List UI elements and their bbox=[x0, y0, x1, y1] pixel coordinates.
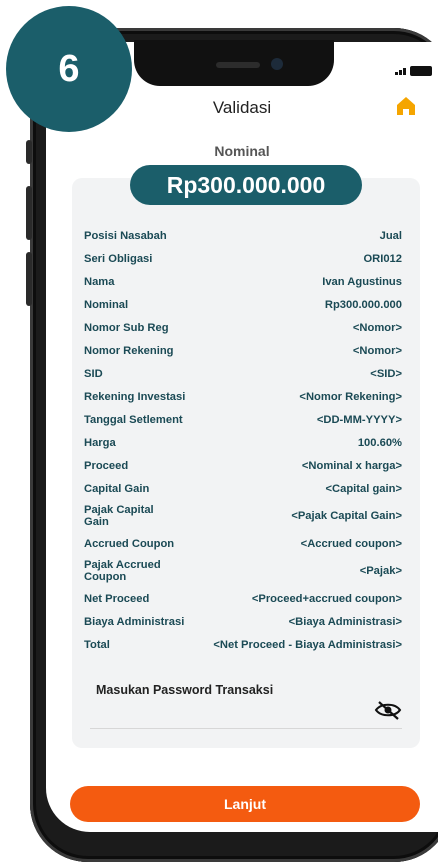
detail-value: <Pajak Capital Gain> bbox=[291, 510, 402, 522]
detail-key: Biaya Administrasi bbox=[84, 615, 185, 628]
eye-off-icon[interactable] bbox=[374, 700, 402, 720]
detail-row: Tanggal Setlement <DD-MM-YYYY> bbox=[84, 408, 402, 431]
detail-value: Rp300.000.000 bbox=[324, 298, 402, 311]
detail-row: Nama Ivan Agustinus bbox=[84, 270, 402, 293]
detail-row: Rekening Investasi <Nomor Rekening> bbox=[84, 385, 402, 408]
detail-row: Nomor Rekening <Nomor> bbox=[84, 339, 402, 362]
detail-key: Total bbox=[84, 638, 110, 651]
detail-value: 100.60% bbox=[357, 436, 402, 449]
detail-key: Accrued Coupon bbox=[84, 537, 175, 550]
detail-value: ORI012 bbox=[363, 252, 402, 265]
side-button bbox=[26, 140, 32, 164]
camera bbox=[271, 58, 283, 70]
home-icon[interactable] bbox=[396, 96, 416, 116]
detail-key: Seri Obligasi bbox=[84, 252, 153, 265]
detail-value: <Nomor> bbox=[352, 321, 402, 334]
detail-value: Jual bbox=[379, 229, 402, 242]
detail-row: Capital Gain <Capital gain> bbox=[84, 477, 402, 500]
detail-key: Proceed bbox=[84, 459, 129, 472]
battery-icon bbox=[410, 66, 432, 76]
detail-key: Pajak Accrued Coupon bbox=[84, 559, 161, 583]
detail-key: Harga bbox=[84, 436, 116, 449]
detail-value: <DD-MM-YYYY> bbox=[316, 413, 402, 426]
detail-key: Nominal bbox=[84, 298, 129, 311]
detail-key: Pajak Capital Gain bbox=[84, 504, 154, 528]
nominal-amount: Rp300.000.000 bbox=[130, 165, 362, 205]
detail-value: <Nomor> bbox=[352, 344, 402, 357]
detail-row: Biaya Administrasi <Biaya Administrasi> bbox=[84, 610, 402, 633]
nominal-label: Nominal bbox=[214, 143, 270, 159]
detail-key: Nomor Rekening bbox=[84, 344, 174, 357]
detail-row: Total <Net Proceed - Biaya Administrasi> bbox=[84, 633, 402, 656]
detail-row: Pajak Accrued Coupon <Pajak> bbox=[84, 555, 402, 587]
detail-row: Net Proceed <Proceed+accrued coupon> bbox=[84, 587, 402, 610]
detail-value: Ivan Agustinus bbox=[322, 275, 402, 288]
detail-value: <Pajak> bbox=[359, 565, 402, 577]
signal-icon bbox=[395, 67, 406, 75]
detail-key: Capital Gain bbox=[84, 482, 150, 495]
side-button bbox=[26, 186, 32, 240]
detail-key: Nomor Sub Reg bbox=[84, 321, 169, 334]
notch bbox=[134, 40, 334, 86]
detail-row: Nomor Sub Reg <Nomor> bbox=[84, 316, 402, 339]
detail-key: SID bbox=[84, 367, 103, 380]
detail-key: Tanggal Setlement bbox=[84, 413, 183, 426]
detail-key: Net Proceed bbox=[84, 592, 150, 605]
detail-row: Harga 100.60% bbox=[84, 431, 402, 454]
detail-value: <Biaya Administrasi> bbox=[288, 615, 402, 628]
detail-list: Posisi Nasabah Jual Seri Obligasi ORI012 N… bbox=[84, 224, 402, 656]
detail-row: Nominal Rp300.000.000 bbox=[84, 293, 402, 316]
detail-row: Pajak Capital Gain <Pajak Capital Gain> bbox=[84, 500, 402, 532]
detail-key: Nama bbox=[84, 275, 115, 288]
side-button bbox=[26, 252, 32, 306]
detail-row: Proceed <Nominal x harga> bbox=[84, 454, 402, 477]
status-bar bbox=[395, 66, 432, 76]
detail-value: <Proceed+accrued coupon> bbox=[251, 592, 402, 605]
detail-value: <SID> bbox=[370, 367, 402, 380]
detail-row: Seri Obligasi ORI012 bbox=[84, 247, 402, 270]
detail-key: Rekening Investasi bbox=[84, 390, 186, 403]
page-title: Validasi bbox=[212, 98, 272, 117]
detail-value: <Accrued coupon> bbox=[300, 537, 402, 550]
lanjut-button[interactable]: Lanjut bbox=[70, 786, 420, 822]
password-label: Masukan Password Transaksi bbox=[96, 683, 274, 697]
detail-row: Accrued Coupon <Accrued coupon> bbox=[84, 532, 402, 555]
speaker bbox=[216, 62, 260, 68]
detail-value: <Nominal x harga> bbox=[301, 459, 402, 472]
detail-row: SID <SID> bbox=[84, 362, 402, 385]
detail-row: Posisi Nasabah Jual bbox=[84, 224, 402, 247]
detail-value: <Capital gain> bbox=[325, 482, 402, 495]
detail-value: <Net Proceed - Biaya Administrasi> bbox=[213, 638, 402, 651]
password-input[interactable] bbox=[90, 728, 402, 729]
detail-value: <Nomor Rekening> bbox=[299, 390, 402, 403]
detail-key: Posisi Nasabah bbox=[84, 229, 167, 242]
